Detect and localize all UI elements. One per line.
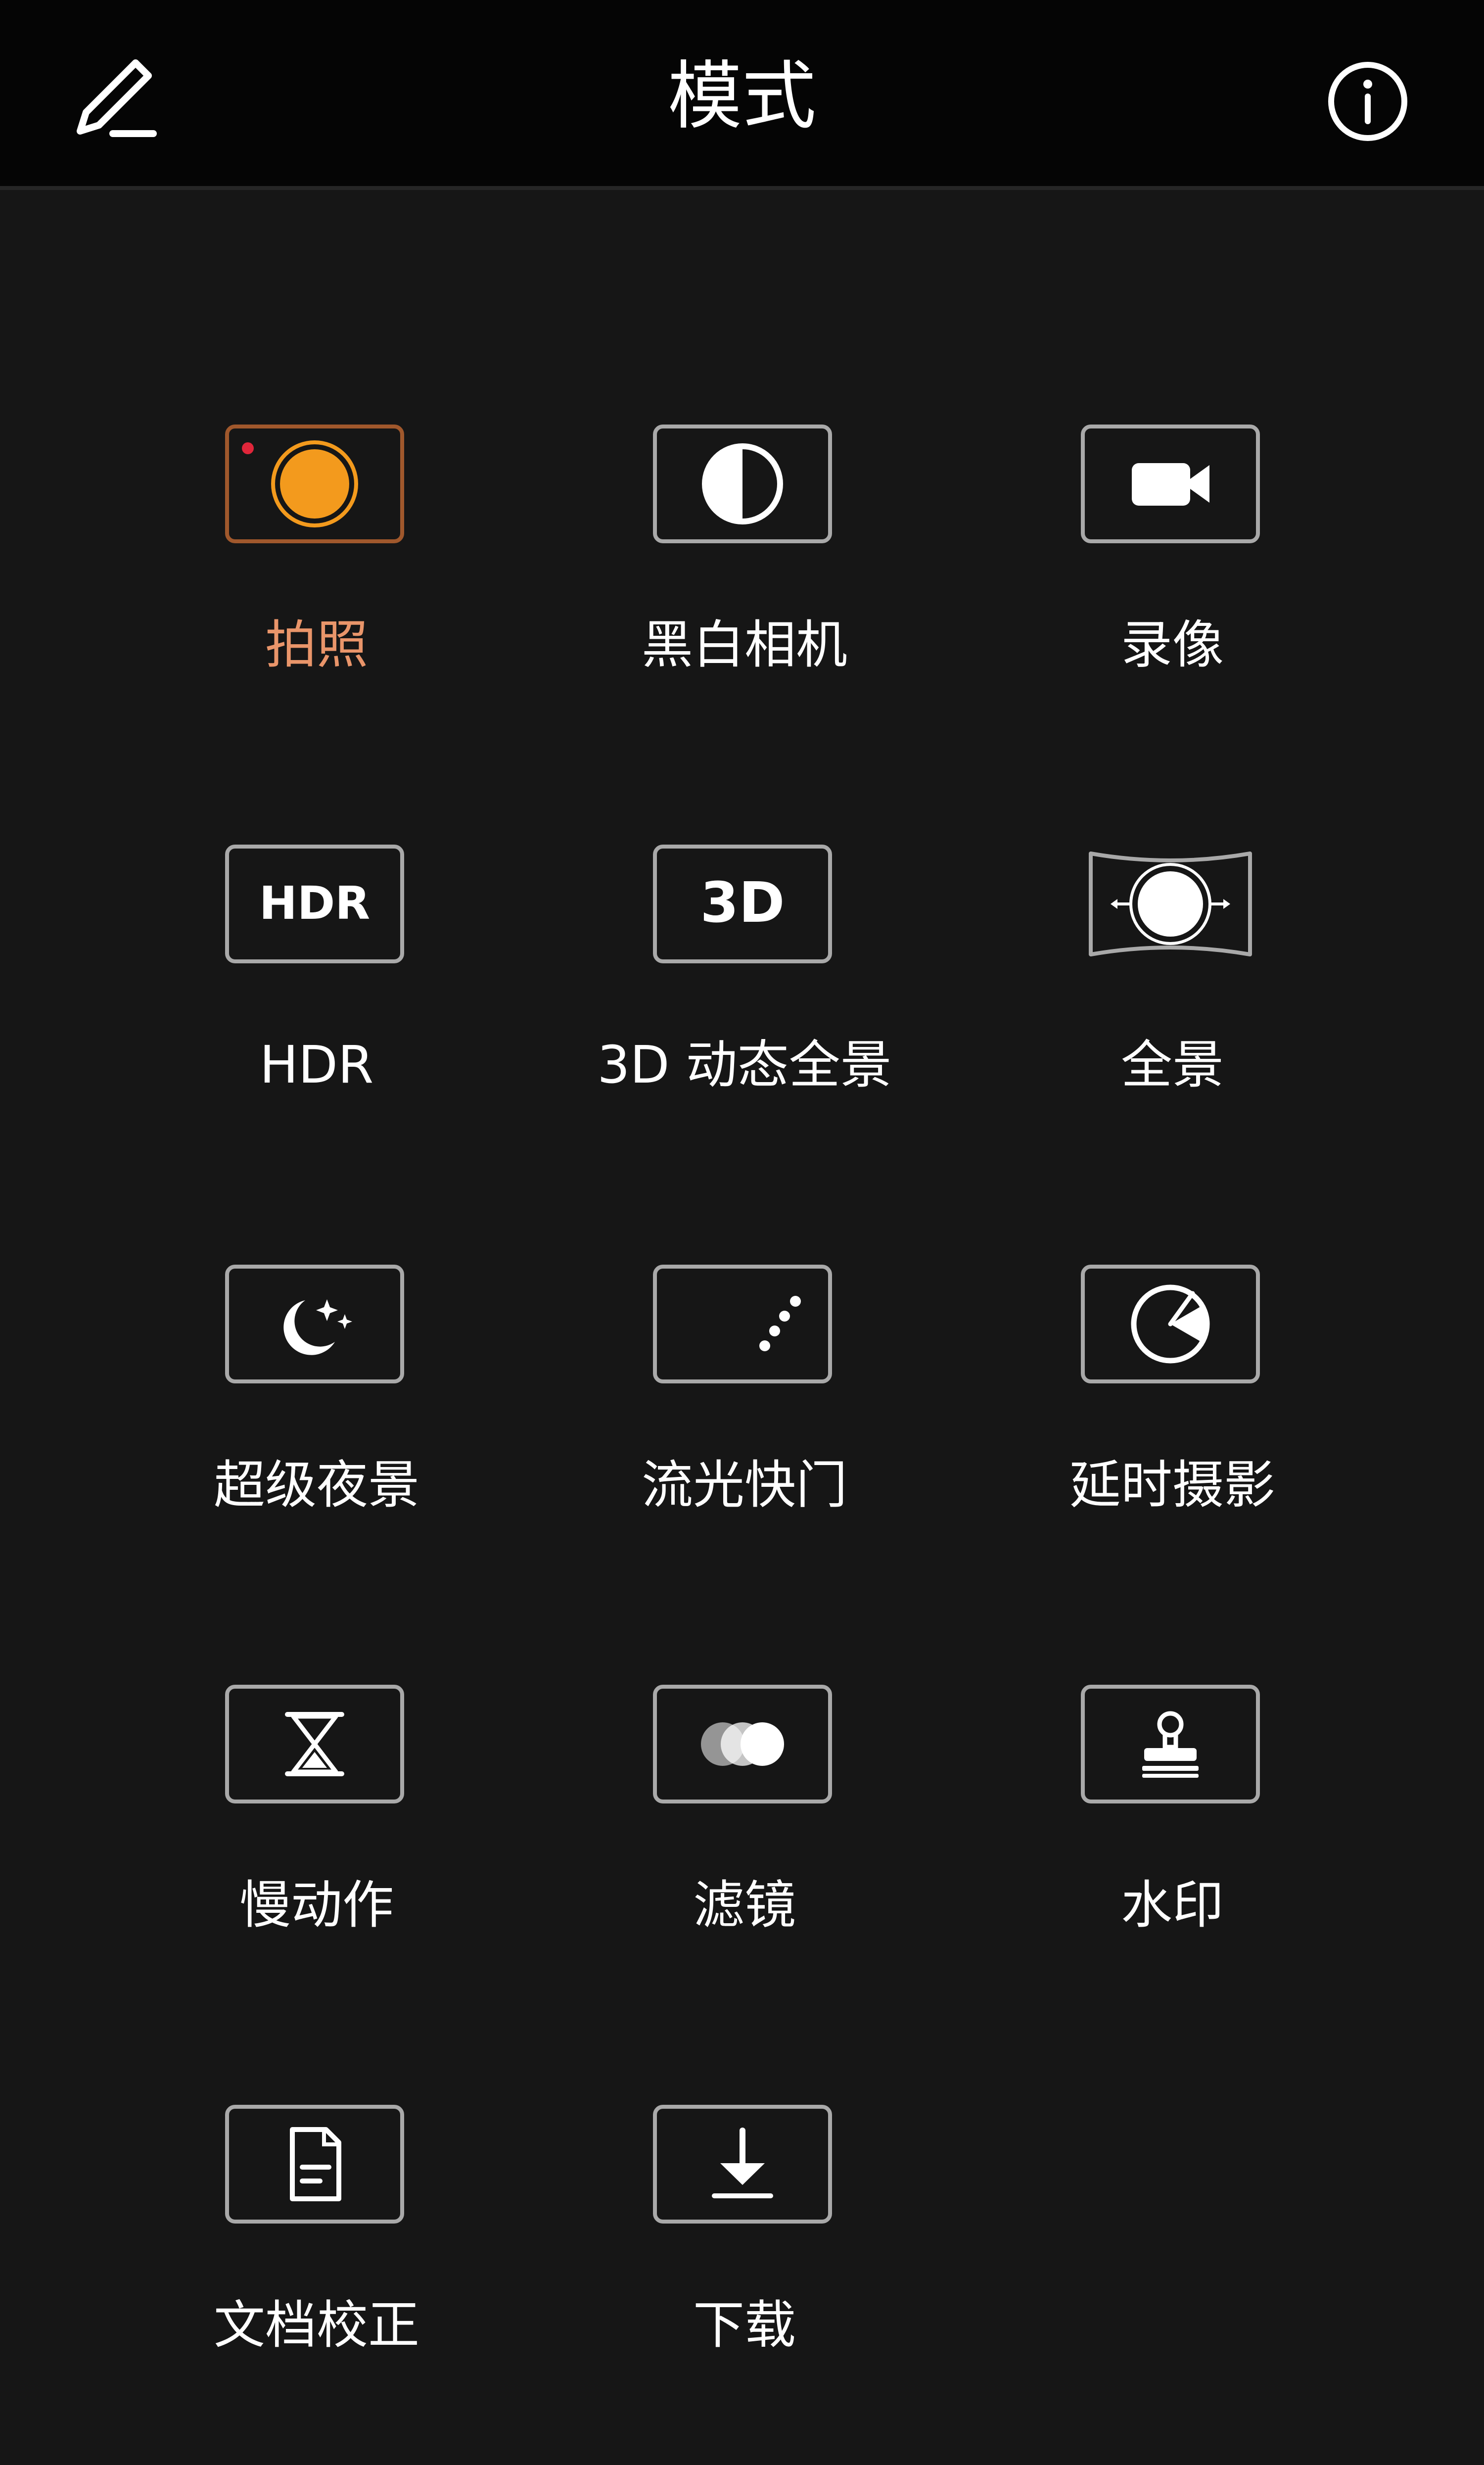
mode-tile-download[interactable] <box>653 2105 832 2224</box>
mode-tile-photo[interactable] <box>225 425 404 543</box>
mode-tile-hdr[interactable]: HDR <box>225 845 404 963</box>
mode-item-slow-motion[interactable]: 慢动作 <box>99 1685 534 2031</box>
mode-item-download[interactable]: 下载 <box>527 2105 962 2451</box>
mode-label: 慢动作 <box>239 1875 394 1935</box>
mode-tile-night[interactable] <box>225 1265 404 1383</box>
document-icon <box>290 2127 341 2201</box>
mode-item-timelapse[interactable]: 延时摄影 <box>955 1265 1390 1611</box>
mode-item-panorama[interactable]: 全景 <box>955 845 1390 1191</box>
mode-item-document[interactable]: 文档校正 <box>99 2105 534 2451</box>
mode-label: HDR <box>259 1035 374 1095</box>
mode-tile-video[interactable] <box>1081 425 1260 543</box>
mode-label: 拍照 <box>265 615 368 675</box>
mode-label: 水印 <box>1120 1875 1224 1935</box>
mode-item-video[interactable]: 录像 <box>955 425 1390 771</box>
mode-tile-timelapse[interactable] <box>1081 1265 1260 1383</box>
filter-circles-icon <box>701 1722 784 1766</box>
panorama-icon <box>1089 852 1252 956</box>
mode-item-3d-panorama[interactable]: 3D 3D 动态全景 <box>527 845 962 1191</box>
3d-text-icon: 3D <box>700 871 785 935</box>
moon-stars-icon <box>283 1299 352 1355</box>
svg-text:HDR: HDR <box>259 877 370 930</box>
mode-label: 3D 动态全景 <box>597 1035 892 1095</box>
mode-label: 录像 <box>1120 615 1224 675</box>
mode-label: 滤镜 <box>693 1875 796 1935</box>
video-camera-icon <box>1132 463 1209 506</box>
mode-tile-slow-motion[interactable] <box>225 1685 404 1803</box>
stamp-icon <box>1142 1711 1199 1778</box>
mode-label: 全景 <box>1120 1035 1224 1095</box>
half-circle-icon <box>702 443 783 524</box>
camera-shutter-icon <box>242 440 358 527</box>
mode-item-photo[interactable]: 拍照 <box>99 425 534 771</box>
mode-item-watermark[interactable]: 水印 <box>955 1685 1390 2031</box>
mode-label: 流光快门 <box>641 1455 847 1515</box>
mode-tile-monochrome[interactable] <box>653 425 832 543</box>
mode-label: 文档校正 <box>213 2295 419 2355</box>
mode-label: 延时摄影 <box>1069 1455 1275 1515</box>
mode-item-filter[interactable]: 滤镜 <box>527 1685 962 2031</box>
page-title: 模式 <box>667 53 816 140</box>
top-bar: 模式 <box>0 0 1484 190</box>
mode-item-monochrome[interactable]: 黑白相机 <box>527 425 962 771</box>
mode-tile-3d-panorama[interactable]: 3D <box>653 845 832 963</box>
mode-tile-filter[interactable] <box>653 1685 832 1803</box>
hourglass-icon <box>285 1712 344 1776</box>
mode-tile-watermark[interactable] <box>1081 1685 1260 1803</box>
mode-label: 超级夜景 <box>213 1455 419 1515</box>
info-circle-icon[interactable] <box>1326 59 1410 143</box>
mode-item-light-painting[interactable]: 流光快门 <box>527 1265 962 1611</box>
hdr-text-icon: HDR <box>259 877 370 930</box>
mode-item-hdr[interactable]: HDR HDR <box>99 845 534 1191</box>
timelapse-dial-icon <box>1131 1284 1210 1364</box>
light-trails-icon <box>676 1296 801 1351</box>
mode-tile-light-painting[interactable] <box>653 1265 832 1383</box>
download-icon <box>712 2128 773 2198</box>
mode-label: 黑白相机 <box>641 615 847 675</box>
mode-item-night[interactable]: 超级夜景 <box>99 1265 534 1611</box>
svg-text:3D: 3D <box>700 871 785 935</box>
mode-tile-panorama[interactable] <box>1081 845 1260 963</box>
mode-label: 下载 <box>693 2295 796 2355</box>
mode-tile-document[interactable] <box>225 2105 404 2224</box>
